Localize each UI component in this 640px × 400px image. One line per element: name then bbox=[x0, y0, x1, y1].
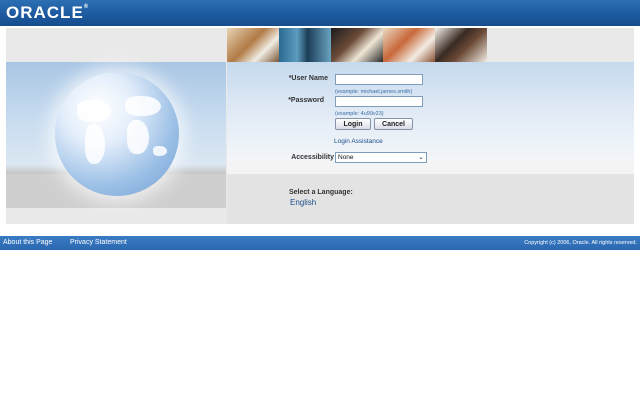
photo-people-1 bbox=[227, 28, 279, 62]
accessibility-value: None bbox=[338, 154, 354, 161]
about-page-link[interactable]: About this Page bbox=[3, 239, 52, 246]
language-label: Select a Language: bbox=[289, 189, 353, 196]
login-assistance-link[interactable]: Login Assistance bbox=[334, 138, 383, 145]
chevron-down-icon[interactable]: ⌄ bbox=[417, 153, 425, 162]
photo-businessman bbox=[435, 28, 487, 62]
oracle-logo: ORACLE® bbox=[6, 3, 89, 22]
login-button[interactable]: Login bbox=[335, 118, 371, 130]
privacy-statement-link[interactable]: Privacy Statement bbox=[70, 239, 127, 246]
photo-man-laptop bbox=[331, 28, 383, 62]
people-photo-banner bbox=[227, 28, 487, 62]
photo-tower bbox=[279, 28, 331, 62]
globe-image bbox=[55, 72, 179, 196]
cancel-button[interactable]: Cancel bbox=[374, 118, 413, 130]
username-input[interactable] bbox=[335, 74, 423, 85]
header-bar: ORACLE® bbox=[0, 0, 640, 26]
photo-woman-headset bbox=[383, 28, 435, 62]
form-lower-band bbox=[227, 162, 634, 174]
footer-bar: About this Page Privacy Statement Copyri… bbox=[0, 236, 640, 250]
accessibility-select[interactable]: None ⌄ bbox=[335, 152, 427, 163]
password-example: (example: 4u99v23) bbox=[335, 111, 384, 117]
username-example: (example: michael.james.smith) bbox=[335, 89, 413, 95]
accessibility-label: Accessibility bbox=[291, 154, 334, 161]
password-input[interactable] bbox=[335, 96, 423, 107]
language-english-link[interactable]: English bbox=[290, 198, 316, 207]
username-label: *User Name bbox=[288, 75, 328, 82]
language-area bbox=[227, 174, 634, 224]
copyright-text: Copyright (c) 2006, Oracle. All rights r… bbox=[524, 240, 637, 246]
password-label: *Password bbox=[288, 97, 324, 104]
